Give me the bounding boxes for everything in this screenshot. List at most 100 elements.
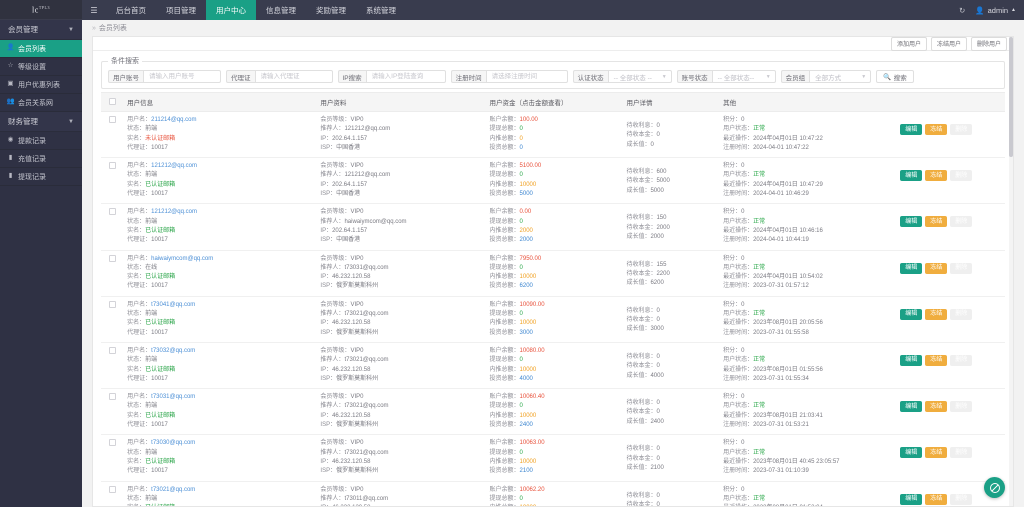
cell-user-funds[interactable]: 账户余额：100.00 提现总额：0 内推总额：0 投资总额：0: [485, 111, 623, 159]
table-row[interactable]: 用户名：t73030@qq.com 状态：前端 实名：已认证邮箱 代理证：10017 会…: [101, 434, 1005, 482]
table-row[interactable]: 用户名：t73032@qq.com 状态：前端 实名：已认证邮箱 代理证：10017 会…: [101, 342, 1005, 390]
sidebar-group-0[interactable]: 会员管理 ▼: [0, 20, 82, 40]
regtime-input[interactable]: [485, 70, 568, 83]
user-menu[interactable]: 👤 admin ▲: [975, 6, 1016, 15]
table-row[interactable]: 用户名：121212@qq.com 状态：前端 实名：已认证邮箱 代理证：10017 会…: [101, 203, 1005, 251]
cell-actions: 编辑 冻结 删除: [896, 434, 1005, 482]
row-agent: 代理证：10017: [127, 375, 168, 382]
member-group-select[interactable]: 全部方式 ▼: [809, 70, 872, 83]
table-row[interactable]: 用户名：t73041@qq.com 状态：前端 实名：已认证邮箱 代理证：10017 会…: [101, 296, 1005, 343]
cell-user-funds[interactable]: 账户余额：5100.00 提现总额：0 内推总额：10000 投资总额：5000: [485, 157, 623, 205]
row-action-delete[interactable]: 删除: [950, 493, 973, 505]
logo[interactable]: lcTPL3: [0, 0, 82, 20]
select-all-checkbox[interactable]: [108, 97, 116, 105]
row-action-freeze[interactable]: 冻结: [925, 447, 948, 459]
cell-user-funds[interactable]: 账户余额：10062.20提现总额：0内推总额：10000投资总额：2400: [485, 481, 623, 506]
topnav-item-2[interactable]: 用户中心: [206, 0, 256, 20]
no-entry-icon[interactable]: [984, 477, 1005, 498]
row-checkbox[interactable]: [108, 346, 116, 354]
row-action-delete[interactable]: 删除: [950, 262, 973, 274]
row-checkbox[interactable]: [108, 485, 116, 493]
row-balance: 账户余额：5100.00: [489, 163, 542, 170]
row-action-freeze[interactable]: 冻结: [925, 354, 948, 366]
row-action-delete[interactable]: 删除: [950, 447, 973, 459]
row-action-edit[interactable]: 编辑: [900, 170, 923, 182]
member-list-card: 添加用户冻结用户删除用户 条件搜索 用户账号 代理证: [92, 36, 1014, 507]
cell-user-funds[interactable]: 账户余额：0.00 提现总额：0 内推总额：2000 投资总额：2000: [485, 203, 623, 251]
cell-user-funds[interactable]: 账户余额：10080.00 提现总额：0 内推总额：10000 投资总额：4000: [485, 342, 623, 390]
row-referrer: 推荐人：t73021@qq.com: [320, 403, 389, 410]
row-action-edit[interactable]: 编辑: [900, 308, 923, 320]
row-checkbox[interactable]: [108, 116, 116, 123]
sidebar-item-1-0[interactable]: ◉ 提款记录: [0, 132, 82, 150]
topnav-item-0[interactable]: 后台首页: [106, 0, 156, 20]
row-action-freeze[interactable]: 冻结: [925, 216, 948, 228]
auth-status-select[interactable]: -- 全部状态 -- ▼: [607, 70, 672, 83]
account-input[interactable]: [143, 70, 221, 83]
sidebar-item-1-1[interactable]: ▮ 充值记录: [0, 150, 82, 168]
row-action-delete[interactable]: 删除: [950, 354, 973, 366]
topnav-item-3[interactable]: 信息管理: [256, 0, 306, 20]
row-action-freeze[interactable]: 冻结: [925, 170, 948, 182]
sidebar-item-0-3[interactable]: 👥 会员关系网: [0, 94, 82, 112]
row-checkbox[interactable]: [108, 254, 116, 262]
row-action-edit[interactable]: 编辑: [900, 124, 923, 135]
hamburger-icon[interactable]: ☰: [82, 0, 106, 20]
cell-user-funds[interactable]: 账户余额：10090.00 提现总额：0 内推总额：10000 投资总额：3000: [485, 296, 623, 343]
agent-input[interactable]: [254, 70, 333, 83]
sidebar-item-0-0[interactable]: 👤 会员列表: [0, 40, 82, 58]
row-action-freeze[interactable]: 冻结: [925, 308, 948, 320]
card-action-1[interactable]: 冻结用户: [930, 36, 967, 51]
row-action-delete[interactable]: 删除: [950, 170, 973, 182]
row-action-edit[interactable]: 编辑: [900, 262, 923, 274]
table-row[interactable]: 用户名：haiwaiymcom@qq.com 状态：在线 实名：已认证邮箱 代理证：1…: [101, 250, 1005, 297]
row-checkbox[interactable]: [108, 393, 116, 401]
cell-user-funds[interactable]: 账户余额：10063.00 提现总额：0 内推总额：10000 投资总额：2100: [485, 434, 623, 482]
row-action-delete[interactable]: 删除: [950, 308, 973, 320]
row-action-edit[interactable]: 编辑: [900, 447, 923, 459]
row-checkbox[interactable]: [108, 162, 116, 170]
row-action-freeze[interactable]: 冻结: [925, 262, 948, 274]
table-row[interactable]: 用户名：t73031@qq.com 状态：前端 实名：已认证邮箱 代理证：10017 会…: [101, 388, 1005, 436]
row-action-edit[interactable]: 编辑: [900, 401, 923, 413]
row-action-delete[interactable]: 删除: [950, 124, 973, 135]
sidebar-item-1-2[interactable]: ▮ 提现记录: [0, 168, 82, 186]
scrollbar-track[interactable]: [1009, 37, 1013, 506]
card-action-2[interactable]: 删除用户: [970, 36, 1007, 51]
scrollbar-thumb[interactable]: [1009, 37, 1013, 157]
row-action-edit[interactable]: 编辑: [900, 493, 923, 505]
row-user-state: 用户状态：正常: [723, 264, 766, 271]
row-action-edit[interactable]: 编辑: [900, 216, 923, 228]
card-action-0[interactable]: 添加用户: [890, 36, 927, 51]
row-action-delete[interactable]: 删除: [950, 401, 973, 413]
row-action-freeze[interactable]: 冻结: [925, 124, 948, 135]
row-checkbox[interactable]: [108, 439, 116, 447]
search-button[interactable]: 🔍 搜索: [876, 70, 914, 83]
row-checkbox[interactable]: [108, 300, 116, 308]
row-action-freeze[interactable]: 冻结: [925, 401, 948, 413]
row-balance: 账户余额：7950.00: [489, 255, 542, 262]
table-row[interactable]: 用户名：121212@qq.com 状态：前端 实名：已认证邮箱 代理证：10017 会…: [101, 157, 1005, 205]
topnav-item-5[interactable]: 系统管理: [356, 0, 406, 20]
row-action-edit[interactable]: 编辑: [900, 354, 923, 366]
cell-user-profile: 会员等级：VIP0 推荐人：t73031@qq.com IP：46.232.120.…: [316, 250, 486, 297]
refresh-icon[interactable]: ↻: [959, 6, 965, 15]
table-row[interactable]: 用户名：211214@qq.com 状态：前端 实名：未认证邮箱 代理证：10017 会…: [101, 111, 1005, 159]
row-action-freeze[interactable]: 冻结: [925, 493, 948, 505]
sidebar-group-1[interactable]: 财务管理 ▼: [0, 112, 82, 132]
sidebar-item-0-2[interactable]: ▣ 用户优惠列表: [0, 76, 82, 94]
sidebar-item-0-1[interactable]: ☆ 等级设置: [0, 58, 82, 76]
row-action-delete[interactable]: 删除: [950, 216, 973, 228]
table-row[interactable]: 用户名：t73021@qq.com状态：前端实名：已认证邮箱代理证：10017会…: [101, 481, 1005, 506]
account-status-select[interactable]: -- 全部状态-- ▼: [711, 70, 776, 83]
row-level: 会员等级：VIP0: [320, 301, 364, 308]
row-ip: IP：46.232.120.58: [320, 366, 371, 373]
cell-user-funds[interactable]: 账户余额：10060.40 提现总额：0 内推总额：10000 投资总额：2400: [485, 388, 623, 436]
row-checkbox[interactable]: [108, 208, 116, 216]
ip-input[interactable]: [365, 70, 446, 83]
row-last-op: 最近操作：2023年08月01日 01:52:04: [723, 504, 892, 506]
topnav-item-1[interactable]: 项目管理: [156, 0, 206, 20]
cell-user-funds[interactable]: 账户余额：7950.00 提现总额：0 内推总额：10000 投资总额：6200: [485, 250, 623, 297]
row-referrer: 推荐人：t73021@qq.com: [320, 311, 389, 318]
topnav-item-4[interactable]: 奖励管理: [306, 0, 356, 20]
